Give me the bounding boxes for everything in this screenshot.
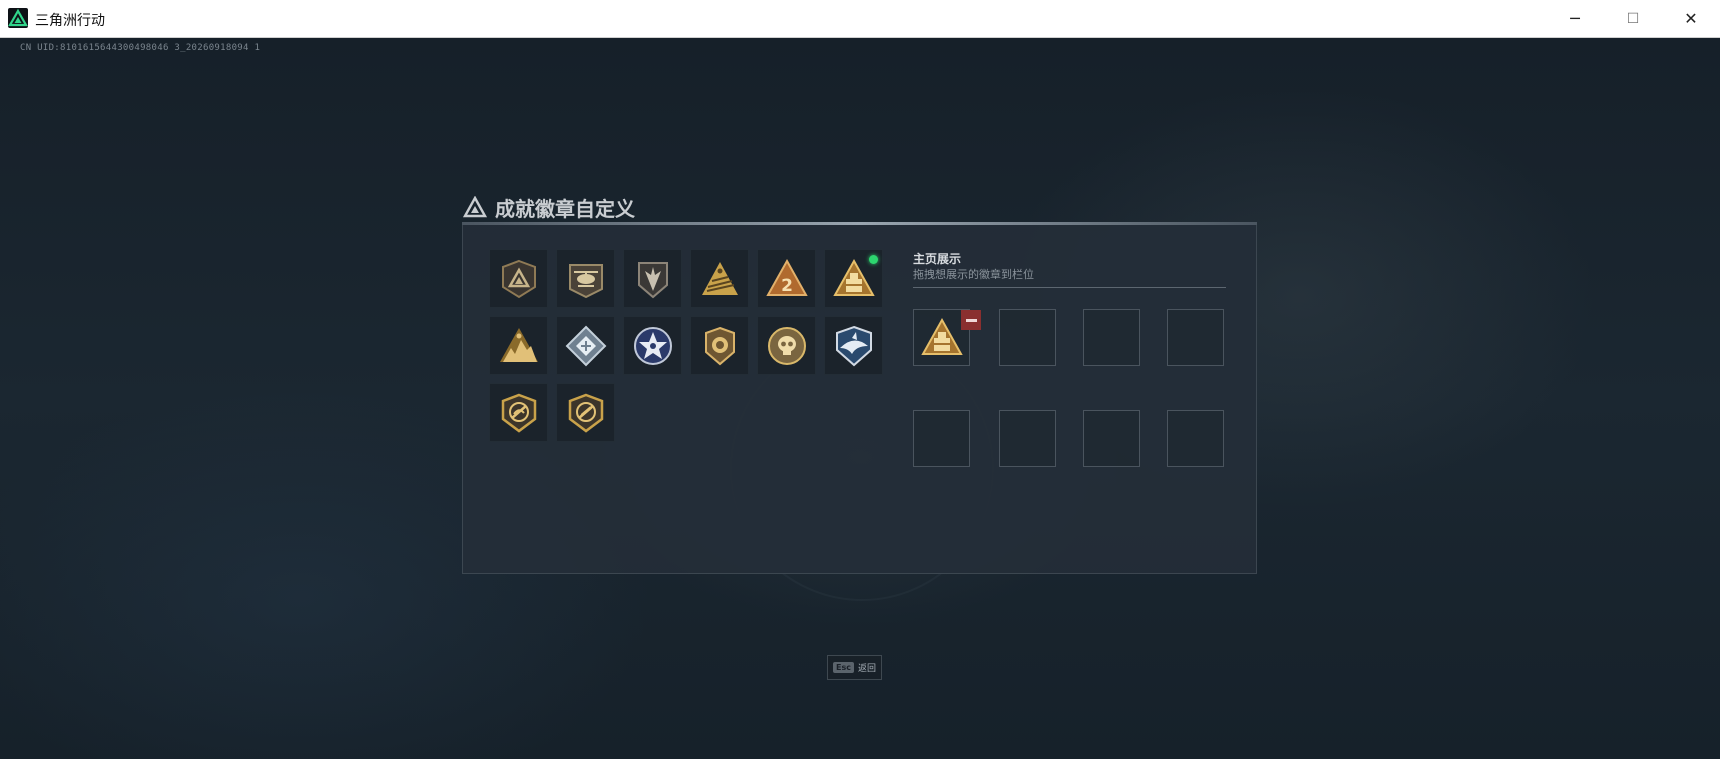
badge-item[interactable] <box>556 383 615 442</box>
new-indicator-dot <box>869 255 878 264</box>
badge-item[interactable] <box>757 316 816 375</box>
badge-item[interactable] <box>489 383 548 442</box>
triangle-block-badge-icon <box>832 258 875 296</box>
skull-badge-icon <box>767 326 806 365</box>
remove-badge-button[interactable] <box>961 310 981 330</box>
uid-text: CN UID:8101615644300498046 3_20260918094… <box>20 43 261 53</box>
badge-item[interactable] <box>489 249 548 308</box>
showcase-title: 主页展示 <box>913 252 962 266</box>
close-button[interactable]: ✕ <box>1662 0 1720 37</box>
triangle-block-badge-icon <box>920 317 963 355</box>
arrow-shield-badge-icon <box>637 261 668 298</box>
showcase-slot-empty[interactable] <box>1083 410 1140 467</box>
dialog-title: 成就徽章自定义 <box>495 196 635 221</box>
badge-item[interactable] <box>824 316 883 375</box>
badge-item[interactable] <box>489 316 548 375</box>
helicopter-badge-icon <box>568 263 603 298</box>
rifle-shield-badge-icon <box>568 393 603 433</box>
badge-item[interactable]: 2 <box>757 249 816 308</box>
showcase-slot-empty[interactable] <box>1083 309 1140 366</box>
pyramid-stripes-badge-icon <box>701 261 738 295</box>
badge-item[interactable] <box>623 316 682 375</box>
badge-collection-grid: 2 <box>489 249 889 442</box>
badge-item[interactable] <box>556 249 615 308</box>
dialog-title-bar: 成就徽章自定义 <box>463 192 635 222</box>
svg-text:2: 2 <box>781 276 793 296</box>
delta-logo-icon <box>463 196 487 218</box>
showcase-slot-empty[interactable] <box>1167 410 1224 467</box>
badge-item[interactable] <box>824 249 883 308</box>
mountain-badge-icon <box>499 327 538 362</box>
app-logo-icon <box>8 8 28 28</box>
minimize-button[interactable]: ─ <box>1546 0 1604 37</box>
showcase-slot-empty[interactable] <box>913 410 970 467</box>
badge-item[interactable] <box>556 316 615 375</box>
triangle-2-badge-icon: 2 <box>765 258 808 296</box>
window-titlebar: 三角洲行动 ─ ☐ ✕ <box>0 0 1720 38</box>
showcase-hint: 拖拽想展示的徽章到栏位 <box>913 268 1034 281</box>
esc-key-icon: Esc <box>833 662 854 673</box>
shark-badge-icon <box>835 325 872 366</box>
back-button[interactable]: Esc 返回 <box>827 655 882 680</box>
diamond-badge-icon <box>565 325 606 366</box>
badge-item[interactable] <box>690 249 749 308</box>
back-label: 返回 <box>857 664 876 674</box>
badge-item[interactable] <box>690 316 749 375</box>
panel-top-border <box>462 222 1257 225</box>
dino-shield-badge-icon <box>501 393 536 433</box>
badge-item[interactable] <box>623 249 682 308</box>
minus-icon <box>965 318 977 322</box>
window-title: 三角洲行动 <box>35 13 105 29</box>
maximize-button[interactable]: ☐ <box>1604 0 1662 37</box>
showcase-divider <box>913 287 1226 288</box>
showcase-slot-empty[interactable] <box>1167 309 1224 366</box>
showcase-slot-filled[interactable] <box>913 309 981 366</box>
triangle-shield-badge-icon <box>501 259 536 298</box>
showcase-slot-empty[interactable] <box>999 309 1056 366</box>
star-wreath-badge-icon <box>633 326 672 365</box>
coin-shield-badge-icon <box>704 326 735 365</box>
showcase-slot-empty[interactable] <box>999 410 1056 467</box>
